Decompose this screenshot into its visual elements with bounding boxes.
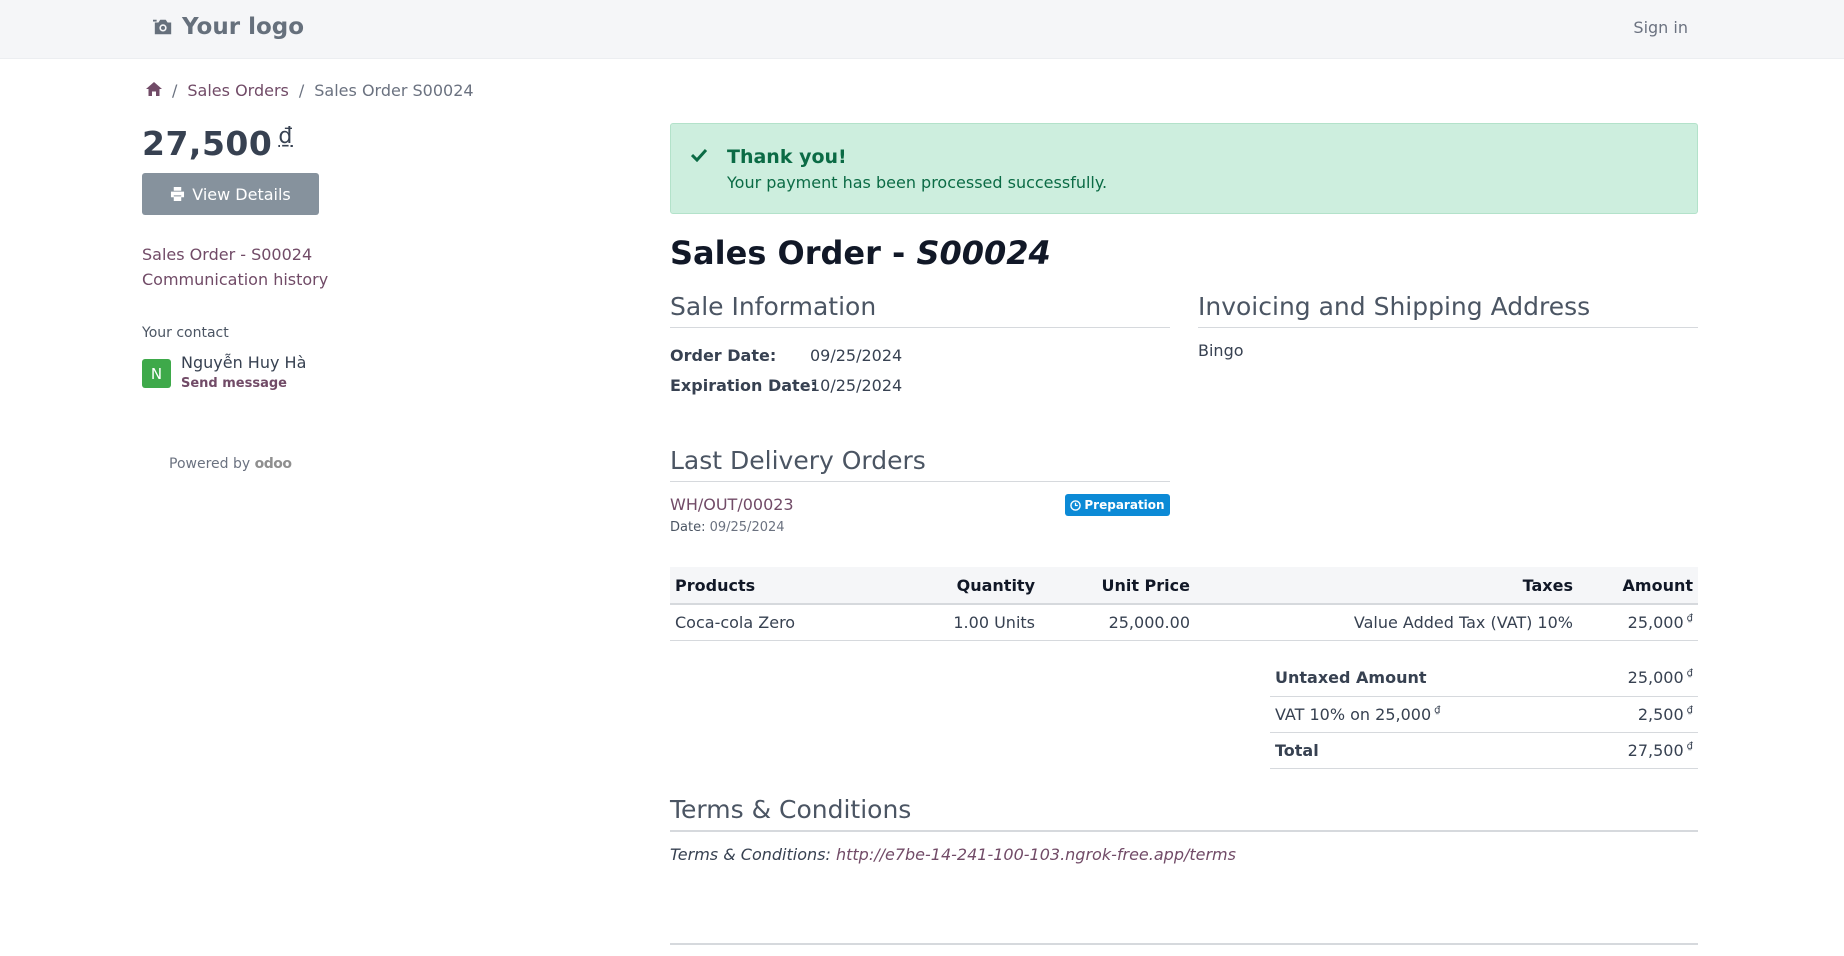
alert-message: Your payment has been processed successf… bbox=[727, 173, 1108, 192]
cell-quantity: 1.00 Units bbox=[885, 604, 1040, 641]
delivery-order-link[interactable]: WH/OUT/00023 bbox=[670, 495, 794, 514]
expiration-date-value: 10/25/2024 bbox=[810, 376, 903, 395]
products-table: Products Quantity Unit Price Taxes Amoun… bbox=[670, 567, 1698, 641]
payment-success-alert: Thank you! Your payment has been process… bbox=[670, 123, 1698, 214]
breadcrumb: / Sales Orders / Sales Order S00024 bbox=[146, 81, 474, 100]
sidebar-links: Sales Order - S00024 Communication histo… bbox=[142, 245, 328, 289]
cell-taxes: Value Added Tax (VAT) 10% bbox=[1195, 604, 1578, 641]
total-amount-value: 27,500 bbox=[1627, 740, 1684, 760]
vat-amount-currency: ₫ bbox=[1686, 704, 1693, 716]
sign-in-link[interactable]: Sign in bbox=[1633, 18, 1688, 37]
order-amount: 27,500 ₫ bbox=[142, 124, 293, 163]
column-header-amount: Amount bbox=[1578, 567, 1698, 605]
untaxed-amount-currency: ₫ bbox=[1686, 668, 1693, 680]
top-navbar: Your logo Sign in bbox=[0, 0, 1844, 59]
contact-name: Nguyễn Huy Hà bbox=[181, 353, 307, 372]
column-header-taxes: Taxes bbox=[1195, 567, 1578, 605]
table-header-row: Products Quantity Unit Price Taxes Amoun… bbox=[670, 567, 1698, 605]
totals-row-total: Total 27,500 ₫ bbox=[1270, 732, 1698, 769]
cell-amount-currency: ₫ bbox=[1686, 612, 1693, 624]
order-date-value: 09/25/2024 bbox=[810, 346, 903, 365]
breadcrumb-sales-orders[interactable]: Sales Orders bbox=[187, 81, 288, 100]
breadcrumb-separator: / bbox=[172, 81, 178, 100]
order-date-label: Order Date: bbox=[670, 346, 777, 365]
terms-heading: Terms & Conditions bbox=[670, 795, 1698, 832]
cell-unit-price: 25,000.00 bbox=[1040, 604, 1195, 641]
total-label: Total bbox=[1270, 732, 1570, 769]
home-icon bbox=[146, 82, 162, 96]
logo-text: Your logo bbox=[182, 14, 305, 40]
powered-by-label: Powered by bbox=[169, 456, 251, 472]
vat-label-text: VAT 10% on 25,000 bbox=[1275, 704, 1432, 724]
powered-by: Powered by odoo bbox=[169, 456, 292, 472]
breadcrumb-separator: / bbox=[298, 81, 305, 100]
delivery-date-value: 09/25/2024 bbox=[709, 520, 785, 535]
total-amount-currency: ₫ bbox=[1686, 740, 1693, 752]
column-header-unit-price: Unit Price bbox=[1040, 567, 1195, 605]
odoo-brand-link[interactable]: odoo bbox=[255, 456, 292, 472]
terms-link[interactable]: http://e7be-14-241-100-103.ngrok-free.ap… bbox=[836, 845, 1236, 864]
alert-title: Thank you! bbox=[727, 146, 847, 168]
status-badge: Preparation bbox=[1065, 494, 1170, 516]
sidebar-link-communication-history[interactable]: Communication history bbox=[142, 270, 328, 289]
send-message-link[interactable]: Send message bbox=[181, 376, 287, 391]
vat-amount-value: 2,500 bbox=[1637, 704, 1684, 724]
view-details-label: View Details bbox=[192, 184, 291, 204]
untaxed-amount-value: 25,000 bbox=[1627, 668, 1684, 688]
terms-text: Terms & Conditions: http://e7be-14-241-1… bbox=[670, 845, 1236, 864]
expiration-date-row: Expiration Date: 10/25/2024 bbox=[670, 376, 902, 395]
clock-icon bbox=[1070, 499, 1082, 511]
status-badge-label: Preparation bbox=[1084, 498, 1165, 512]
terms-label: Terms & Conditions: bbox=[670, 845, 831, 864]
camera-icon bbox=[153, 19, 172, 35]
cell-product: Coca-cola Zero bbox=[670, 604, 885, 641]
divider bbox=[670, 943, 1698, 945]
amount-value: 27,500 bbox=[142, 124, 273, 163]
delivery-orders-heading: Last Delivery Orders bbox=[670, 446, 1170, 482]
untaxed-amount: 25,000 ₫ bbox=[1569, 660, 1698, 697]
totals-row-vat: VAT 10% on 25,000 ₫ 2,500 ₫ bbox=[1270, 696, 1698, 733]
expiration-date-label: Expiration Date: bbox=[670, 376, 817, 395]
total-amount: 27,500 ₫ bbox=[1569, 732, 1698, 769]
address-name: Bingo bbox=[1198, 341, 1244, 360]
print-icon bbox=[171, 187, 185, 201]
order-title-prefix: Sales Order - bbox=[670, 234, 917, 272]
order-number: S00024 bbox=[916, 234, 1051, 272]
avatar: N bbox=[142, 359, 171, 388]
company-logo[interactable]: Your logo bbox=[152, 14, 304, 40]
column-header-products: Products bbox=[670, 567, 885, 605]
column-header-quantity: Quantity bbox=[885, 567, 1040, 605]
totals-table: Untaxed Amount 25,000 ₫ VAT 10% on 25,000… bbox=[1270, 660, 1698, 769]
vat-label: VAT 10% on 25,000 ₫ bbox=[1270, 696, 1570, 733]
delivery-date-label: Date: bbox=[670, 520, 706, 535]
vat-label-currency: ₫ bbox=[1434, 704, 1441, 716]
table-row: Coca-cola Zero 1.00 Units 25,000.00 Valu… bbox=[670, 604, 1698, 641]
cell-amount-value: 25,000 bbox=[1627, 612, 1684, 632]
page-title: Sales Order - S00024 bbox=[670, 234, 1051, 272]
amount-currency: ₫ bbox=[278, 124, 293, 149]
vat-amount: 2,500 ₫ bbox=[1569, 696, 1698, 733]
address-heading: Invoicing and Shipping Address bbox=[1198, 292, 1698, 328]
cell-amount: 25,000 ₫ bbox=[1578, 604, 1698, 641]
totals-row-untaxed: Untaxed Amount 25,000 ₫ bbox=[1270, 660, 1698, 697]
sidebar-link-sales-order[interactable]: Sales Order - S00024 bbox=[142, 245, 328, 264]
order-date-row: Order Date: 09/25/2024 bbox=[670, 346, 902, 365]
check-icon bbox=[691, 148, 707, 162]
view-details-button[interactable]: View Details bbox=[142, 173, 319, 215]
delivery-date: Date: 09/25/2024 bbox=[670, 520, 785, 535]
untaxed-amount-label: Untaxed Amount bbox=[1270, 660, 1570, 697]
sale-information-heading: Sale Information bbox=[670, 292, 1170, 328]
contact-title: Your contact bbox=[142, 325, 229, 341]
breadcrumb-current: Sales Order S00024 bbox=[314, 81, 474, 100]
breadcrumb-home[interactable] bbox=[146, 81, 162, 100]
